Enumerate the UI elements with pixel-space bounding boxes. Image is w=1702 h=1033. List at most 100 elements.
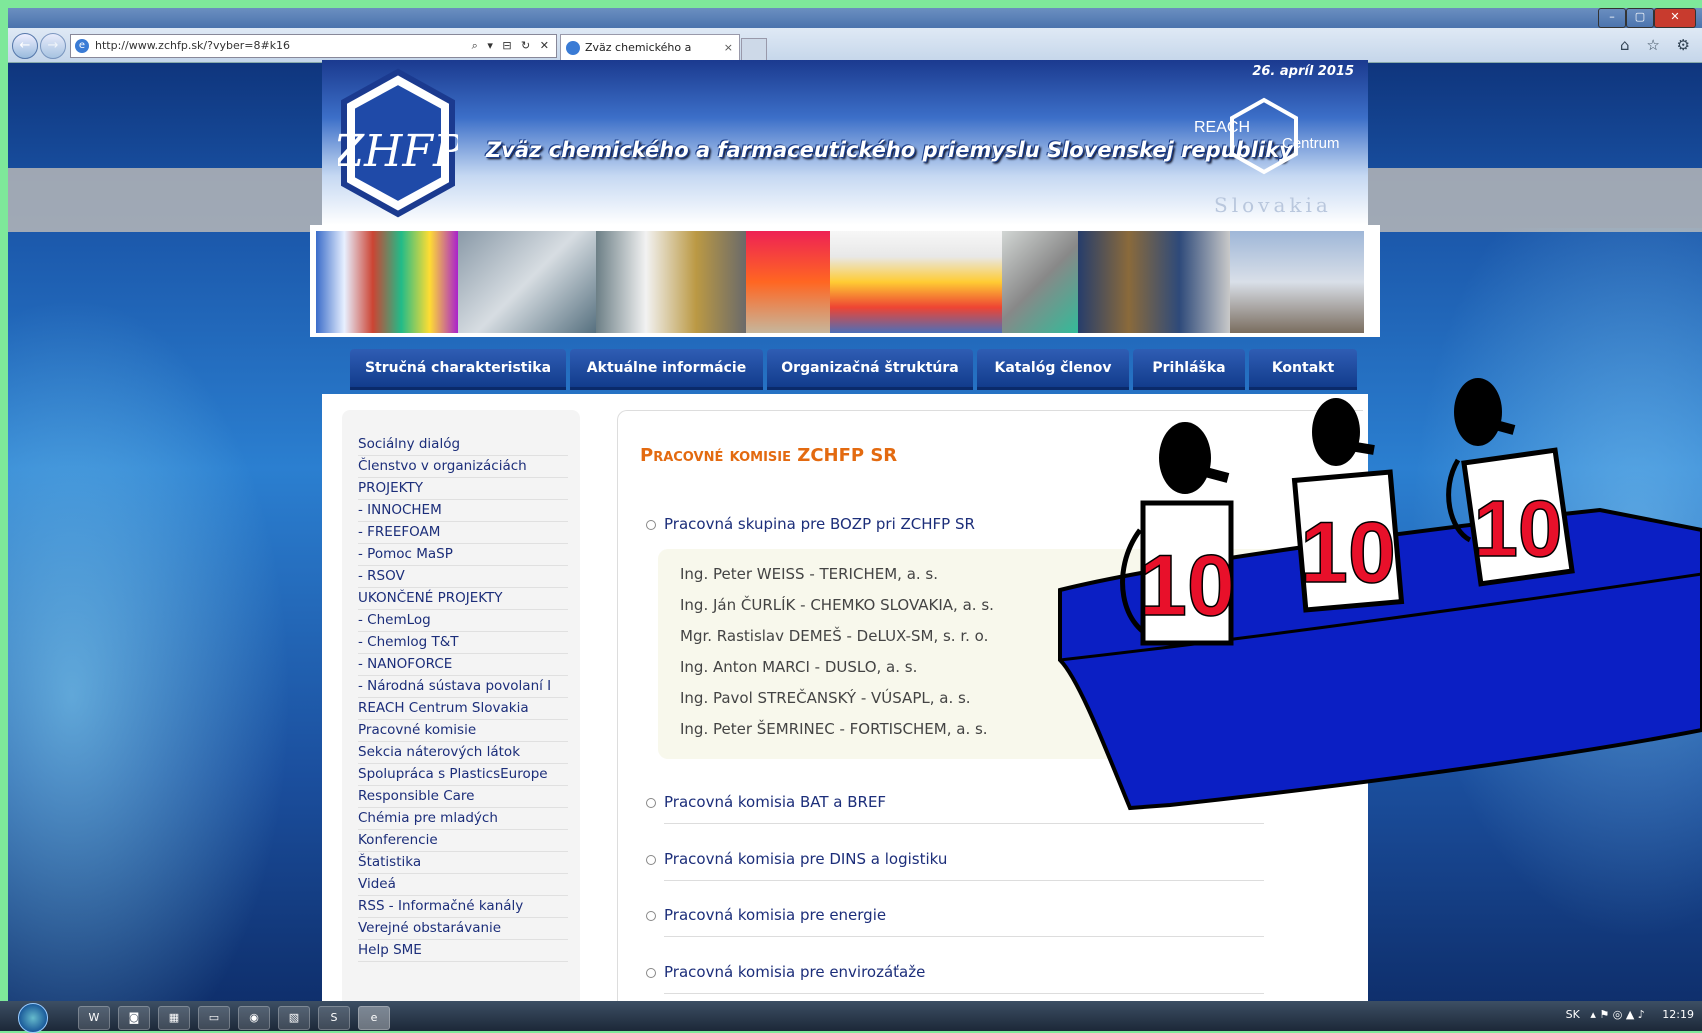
member-row: Ing. Ján ČURLÍK - CHEMKO SLOVAKIA, a. s.	[680, 596, 994, 614]
sidebar-item[interactable]: RSS - Informačné kanály	[358, 896, 568, 918]
sidebar-item[interactable]: - ChemLog	[358, 610, 568, 632]
taskbar-excel[interactable]: ▧	[278, 1006, 310, 1030]
warehouse-photo	[746, 231, 830, 333]
divider	[664, 936, 1264, 937]
sidebar-item[interactable]: Verejné obstarávanie	[358, 918, 568, 940]
sidebar-item[interactable]: - RSOV	[358, 566, 568, 588]
sidebar-item[interactable]: Členstvo v organizáciách	[358, 456, 568, 478]
photo-strip	[310, 225, 1380, 337]
judge2-head	[1312, 398, 1360, 466]
reach-text: REACH	[1194, 119, 1250, 136]
home-favorites-tools-icons[interactable]: ⌂ ☆ ⚙	[1620, 36, 1696, 54]
menu-aktualne-informacie[interactable]: Aktuálne informácie	[570, 349, 763, 390]
sidebar-item[interactable]: Responsible Care	[358, 786, 568, 808]
judge1-score: 10	[1139, 538, 1235, 634]
sidebar-item[interactable]: Pracovné komisie	[358, 720, 568, 742]
member-row: Mgr. Rastislav DEMEŠ - DeLUX-SM, s. r. o…	[680, 627, 989, 645]
flasks-photo	[830, 231, 1002, 333]
judge2-cap	[1349, 441, 1375, 455]
logo-text: ZHFP	[338, 126, 458, 177]
member-row: Ing. Peter ŠEMRINEC - FORTISCHEM, a. s.	[680, 720, 988, 738]
judges-cartoon-overlay: 10 10 10	[1058, 378, 1702, 811]
address-bar[interactable]: e http://www.zchfp.sk/?vyber=8#k16 ⌕ ▾ ⊟…	[70, 34, 557, 58]
address-tools-icon[interactable]: ⌕ ▾ ⊟ ↻ ✕	[472, 35, 552, 57]
start-button[interactable]	[18, 1003, 48, 1033]
group-bozp-link[interactable]: Pracovná skupina pre BOZP pri ZCHFP SR	[646, 515, 975, 533]
sidebar-item[interactable]: Chémia pre mladých	[358, 808, 568, 830]
group-label: Pracovná komisia pre DINS a logistiku	[664, 850, 948, 868]
menu-strucna-charakteristika[interactable]: Stručná charakteristika	[350, 349, 566, 390]
forward-button[interactable]: →	[40, 33, 66, 59]
language-indicator[interactable]: SK	[1566, 1008, 1580, 1021]
wallpaper-glow-left	[8, 228, 328, 1008]
sidebar-item[interactable]: REACH Centrum Slovakia	[358, 698, 568, 720]
sidebar-item[interactable]: - Národná sústava povolaní I	[358, 676, 568, 698]
judge2-score: 10	[1300, 505, 1396, 601]
close-window-button[interactable]: ✕	[1654, 8, 1696, 28]
tray-icons[interactable]: ▴ ⚑ ◎ ▲ ♪	[1590, 1008, 1644, 1021]
member-row: Ing. Peter WEISS - TERICHEM, a. s.	[680, 565, 939, 583]
system-tray: SK ▴ ⚑ ◎ ▲ ♪ 12:19	[1566, 1008, 1694, 1021]
taskbar-chrome[interactable]: ◉	[238, 1006, 270, 1030]
maximize-button[interactable]: ▢	[1626, 8, 1654, 28]
member-row: Ing. Pavol STREČANSKÝ - VÚSAPL, a. s.	[680, 689, 971, 707]
bullet-icon	[646, 520, 656, 530]
sidebar-item[interactable]: - FREEFOAM	[358, 522, 568, 544]
pipes-photo	[458, 231, 596, 333]
taskbar-skype[interactable]: S	[318, 1006, 350, 1030]
new-tab-button[interactable]	[741, 38, 767, 62]
sidebar-item[interactable]: Sekcia náterových látok	[358, 742, 568, 764]
page-title: Pracovné komisie ZCHFP SR	[640, 445, 897, 466]
browser-toolbar: ← → e http://www.zchfp.sk/?vyber=8#k16 ⌕…	[8, 28, 1702, 80]
window-titlebar: – ▢ ✕	[8, 8, 1702, 28]
sidebar-item[interactable]: Sociálny dialóg	[358, 434, 568, 456]
judge1-head	[1159, 422, 1211, 494]
centrum-text: Centrum	[1282, 135, 1340, 152]
minimize-button[interactable]: –	[1598, 8, 1626, 28]
tab-close-icon[interactable]: ×	[724, 35, 733, 61]
back-button[interactable]: ←	[12, 33, 38, 59]
reactor-photo	[1078, 231, 1230, 333]
taskbar-explorer[interactable]: ▭	[198, 1006, 230, 1030]
sidebar-item[interactable]: Štatistika	[358, 852, 568, 874]
bullet-icon	[646, 968, 656, 978]
sidebar-item[interactable]: - Chemlog T&T	[358, 632, 568, 654]
taskbar-word[interactable]: W	[78, 1006, 110, 1030]
browser-tab[interactable]: Zväz chemického a farmac... ×	[560, 34, 740, 80]
clock[interactable]: 12:19	[1662, 1008, 1694, 1021]
group-bat-bref-link[interactable]: Pracovná komisia BAT a BREF	[646, 793, 887, 811]
sidebar-item[interactable]: PROJEKTY	[358, 478, 568, 500]
divider	[664, 993, 1264, 994]
judge3-head	[1454, 378, 1502, 446]
sidebar: Sociálny dialóg Členstvo v organizáciách…	[342, 410, 580, 1030]
group-envirozataze-link[interactable]: Pracovná komisia pre envirozáťaže	[646, 963, 926, 981]
taskbar-ie[interactable]: e	[358, 1006, 390, 1030]
taskbar-app3[interactable]: ▦	[158, 1006, 190, 1030]
header-date: 26. apríl 2015	[1252, 64, 1354, 79]
sidebar-item[interactable]: Help SME	[358, 940, 568, 962]
group-dins-link[interactable]: Pracovná komisia pre DINS a logistiku	[646, 850, 948, 868]
sidebar-item[interactable]: Konferencie	[358, 830, 568, 852]
plant-photo	[1230, 231, 1364, 333]
judge3-score: 10	[1474, 484, 1563, 573]
lab-worker-photo	[596, 231, 746, 333]
reach-centrum-logo[interactable]: REACH Centrum Slovakia	[1174, 90, 1354, 220]
menu-organizacna-struktura[interactable]: Organizačná štruktúra	[767, 349, 973, 390]
group-label: Pracovná komisia pre envirozáťaže	[664, 963, 926, 981]
group-label: Pracovná komisia BAT a BREF	[664, 793, 887, 811]
sidebar-item[interactable]: - INNOCHEM	[358, 500, 568, 522]
taskbar-app2[interactable]: ◙	[118, 1006, 150, 1030]
site-header: ZHFP 26. apríl 2015 Zväz chemického a fa…	[322, 60, 1368, 225]
sidebar-item[interactable]: - Pomoc MaSP	[358, 544, 568, 566]
sidebar-item[interactable]: - NANOFORCE	[358, 654, 568, 676]
sidebar-list: Sociálny dialóg Členstvo v organizáciách…	[358, 434, 568, 962]
bullet-icon	[646, 855, 656, 865]
sidebar-item[interactable]: Videá	[358, 874, 568, 896]
windows-taskbar: W ◙ ▦ ▭ ◉ ▧ S e SK ▴ ⚑ ◎ ▲ ♪ 12:19	[0, 1001, 1702, 1033]
sidebar-item[interactable]: Spolupráca s PlasticsEurope	[358, 764, 568, 786]
zhfp-logo[interactable]: ZHFP	[338, 68, 458, 218]
slovakia-text: Slovakia	[1214, 193, 1332, 217]
judge3-cap	[1490, 419, 1516, 435]
sidebar-item[interactable]: UKONČENÉ PROJEKTY	[358, 588, 568, 610]
group-energie-link[interactable]: Pracovná komisia pre energie	[646, 906, 886, 924]
